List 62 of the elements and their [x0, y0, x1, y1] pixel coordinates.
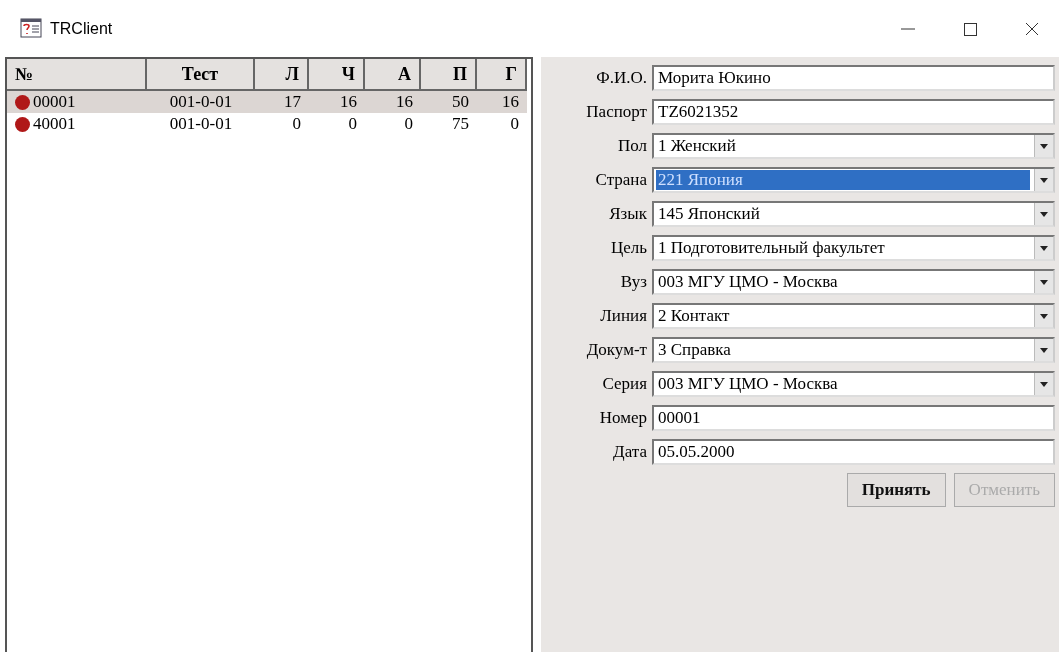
column-header[interactable]: Л — [255, 59, 309, 91]
field-value: Морита Юкино — [657, 68, 772, 88]
column-header[interactable]: Г — [477, 59, 527, 91]
field-label: Номер — [598, 408, 647, 428]
table-cell-text: 75 — [451, 113, 470, 135]
field-label: Паспорт — [585, 102, 647, 122]
dropdown-field[interactable]: 1 Подготовительный факультет — [652, 235, 1055, 261]
field-value: 05.05.2000 — [657, 442, 736, 462]
field-label: Язык — [608, 204, 647, 224]
dropdown-field[interactable]: 221 Япония — [652, 167, 1055, 193]
field-label: Пол — [616, 136, 647, 156]
field-label: Линия — [599, 306, 647, 326]
field-label: Вуз — [619, 272, 647, 292]
maximize-icon[interactable] — [963, 22, 977, 36]
field-label: Цель — [609, 238, 647, 258]
table-cell-text: 0 — [403, 113, 414, 135]
field-label: Дата — [612, 442, 647, 462]
field-value: 2 Контакт — [657, 306, 731, 326]
field-value: 145 Японский — [657, 204, 761, 224]
app-icon — [20, 18, 42, 38]
dropdown-field[interactable]: 145 Японский — [652, 201, 1055, 227]
column-header[interactable]: П — [421, 59, 477, 91]
column-header[interactable]: Тест — [147, 59, 255, 91]
input-field[interactable]: 05.05.2000 — [652, 439, 1055, 465]
input-field[interactable]: Морита Юкино — [652, 65, 1055, 91]
table-cell-text: 001-0-01 — [168, 113, 234, 135]
field-value: 221 Япония — [656, 170, 1030, 190]
field-label: Серия — [601, 374, 647, 394]
field-label: Докум-т — [585, 340, 647, 360]
field-value: 00001 — [657, 408, 702, 428]
field-value: 1 Подготовительный факультет — [657, 238, 886, 258]
field-value: 003 МГУ ЦМО - Москва — [657, 272, 839, 292]
field-value: 3 Справка — [657, 340, 732, 360]
table-cell-text: 0 — [291, 113, 302, 135]
table-cell-text: 0 — [509, 113, 520, 135]
table-cell-text: 0 — [347, 113, 358, 135]
table-cell: 001-0-01 — [147, 91, 255, 113]
row-number: 40001 — [33, 114, 76, 134]
row-number: 00001 — [33, 92, 76, 112]
table-cell: 16 — [365, 91, 421, 113]
input-field[interactable]: TZ6021352 — [652, 99, 1055, 125]
input-field[interactable]: 00001 — [652, 405, 1055, 431]
column-header[interactable]: А — [365, 59, 421, 91]
dropdown-field[interactable]: 003 МГУ ЦМО - Москва — [652, 269, 1055, 295]
table-cell: 16 — [477, 91, 527, 113]
table-cell: 17 — [255, 91, 309, 113]
column-header[interactable]: № — [7, 59, 147, 91]
table-cell: 16 — [309, 91, 365, 113]
field-value: TZ6021352 — [657, 102, 740, 122]
field-value: 1 Женский — [657, 136, 737, 156]
dropdown-field[interactable]: 3 Справка — [652, 337, 1055, 363]
dropdown-field[interactable]: 003 МГУ ЦМО - Москва — [652, 371, 1055, 397]
window-title: TRClient — [50, 19, 113, 39]
dropdown-field[interactable]: 1 Женский — [652, 133, 1055, 159]
dropdown-field[interactable]: 2 Контакт — [652, 303, 1055, 329]
field-label: Страна — [594, 170, 647, 190]
action-button[interactable]: Принять — [846, 473, 946, 507]
field-label: Ф.И.О. — [595, 68, 647, 88]
column-header[interactable]: Ч — [309, 59, 365, 91]
field-value: 003 МГУ ЦМО - Москва — [657, 374, 839, 394]
close-icon[interactable] — [1025, 22, 1039, 36]
table-cell: 50 — [421, 91, 477, 113]
